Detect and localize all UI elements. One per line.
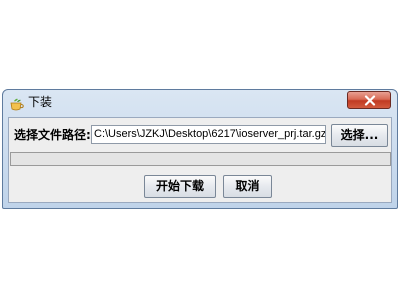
title-bar[interactable]: 下装: [3, 90, 397, 115]
java-cup-icon: [9, 96, 25, 111]
dialog-content: 选择文件路径: C:\Users\JZKJ\Desktop\6217\ioser…: [8, 117, 392, 203]
file-path-label: 选择文件路径:: [14, 128, 91, 142]
start-download-button[interactable]: 开始下载: [144, 175, 216, 198]
download-dialog: 下装 选择文件路径: C:\Users\JZKJ\Desktop\6217\io…: [2, 89, 398, 209]
download-progress-bar: [10, 152, 391, 166]
close-icon: [364, 95, 376, 106]
close-button[interactable]: [347, 91, 391, 109]
window-title: 下装: [28, 95, 53, 109]
select-file-button[interactable]: 选择...: [331, 124, 388, 147]
file-path-input[interactable]: C:\Users\JZKJ\Desktop\6217\ioserver_prj.…: [91, 125, 326, 144]
cancel-button[interactable]: 取消: [223, 175, 272, 198]
